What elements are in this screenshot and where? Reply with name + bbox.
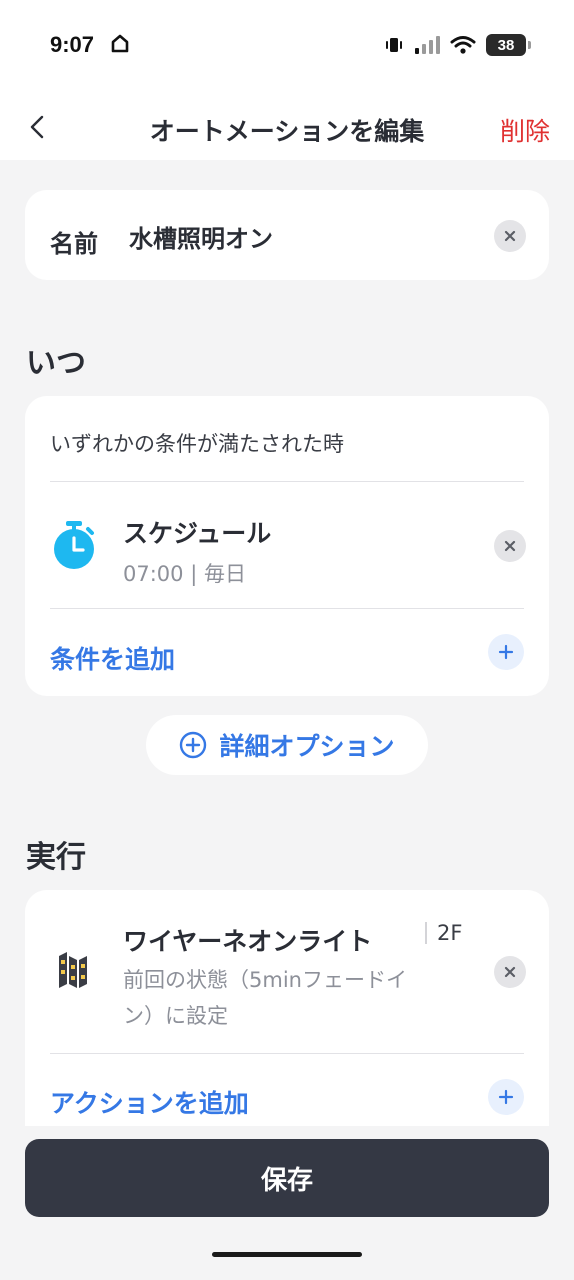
condition-title: スケジュール <box>123 519 272 548</box>
condition-subtitle: 07:00 | 毎日 <box>123 562 246 586</box>
page-title: オートメーションを編集 <box>149 117 425 146</box>
timer-icon <box>54 521 94 569</box>
remove-condition-button[interactable] <box>494 530 526 562</box>
plus-circle-icon <box>180 731 207 759</box>
divider <box>50 1053 524 1054</box>
close-icon <box>504 230 516 242</box>
add-action-button[interactable] <box>488 1079 524 1115</box>
action-subtitle-line2: ン）に設定 <box>123 1004 228 1028</box>
home-icon <box>111 34 129 53</box>
divider <box>50 481 524 482</box>
status-time: 9:07 <box>50 32 95 57</box>
status-icons: 38 <box>384 34 531 56</box>
name-label: 名前 <box>50 230 98 258</box>
neon-light-icon <box>59 952 87 988</box>
conditions-card: いずれかの条件が満たされた時 スケジュール 07:00 | 毎日 条件を追加 <box>25 396 549 696</box>
close-icon <box>504 540 516 552</box>
detail-options-label: 詳細オプション <box>219 732 395 761</box>
close-icon <box>504 966 516 978</box>
condition-caption: いずれかの条件が満たされた時 <box>50 432 344 456</box>
signal-icon <box>415 36 440 54</box>
battery-level: 38 <box>497 36 515 54</box>
add-condition-button[interactable] <box>488 634 524 670</box>
home-indicator <box>212 1252 362 1257</box>
action-section-title: 実行 <box>26 840 86 875</box>
room-tag: 2F <box>425 922 462 944</box>
remove-action-button[interactable] <box>494 956 526 988</box>
action-subtitle-line1: 前回の状態（5minフェードイ <box>123 968 407 992</box>
wifi-icon <box>450 36 476 54</box>
divider <box>50 608 524 609</box>
nav-bar: オートメーションを編集 削除 <box>0 92 574 160</box>
plus-icon <box>498 644 514 660</box>
vibrate-icon <box>386 38 402 52</box>
action-title: ワイヤーネオンライト <box>123 927 373 956</box>
battery-indicator: 38 <box>486 34 531 56</box>
name-card: 名前 <box>25 190 549 280</box>
plus-icon <box>498 1089 514 1105</box>
add-condition-link[interactable]: 条件を追加 <box>50 640 175 676</box>
delete-button[interactable]: 削除 <box>500 112 550 148</box>
add-action-link[interactable]: アクションを追加 <box>50 1084 249 1120</box>
status-bar: 9:07 38 <box>0 0 574 92</box>
actions-card: ワイヤーネオンライト 2F 前回の状態（5minフェードイ ン）に設定 アクショ… <box>25 890 549 1150</box>
detail-options-button[interactable]: 詳細オプション <box>146 715 428 775</box>
clear-name-button[interactable] <box>494 220 526 252</box>
when-section-title: いつ <box>26 346 86 381</box>
name-input[interactable] <box>129 218 479 254</box>
save-button[interactable]: 保存 <box>25 1139 549 1217</box>
